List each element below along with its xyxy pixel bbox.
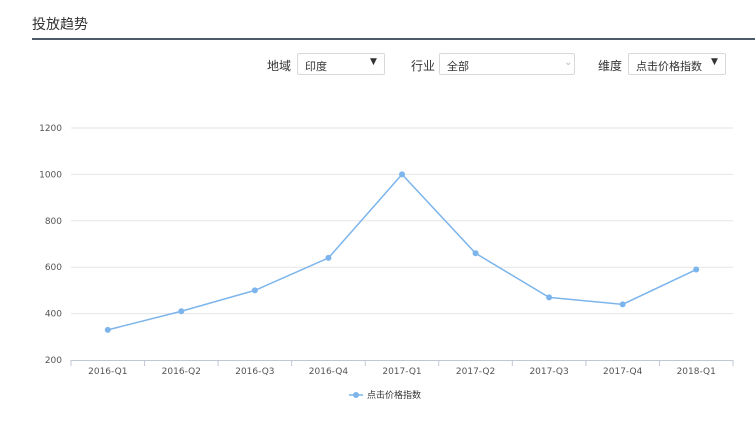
x-tick-label: 2017-Q3 bbox=[529, 367, 568, 377]
data-point bbox=[104, 326, 111, 333]
chevron-down-icon: ⌄ bbox=[564, 57, 573, 68]
region-select-value: 印度 bbox=[305, 60, 327, 73]
x-tick-label: 2016-Q2 bbox=[162, 367, 201, 377]
y-tick-label: 1000 bbox=[39, 170, 62, 180]
region-label: 地域 bbox=[267, 59, 292, 73]
y-tick-label: 600 bbox=[45, 263, 62, 273]
x-tick-label: 2017-Q2 bbox=[456, 367, 495, 377]
dimension-select[interactable]: 点击价格指数 ▼ bbox=[628, 53, 726, 75]
data-point bbox=[178, 308, 185, 315]
chevron-down-icon: ▼ bbox=[370, 57, 377, 67]
industry-label: 行业 bbox=[411, 59, 436, 73]
legend-label: 点击价格指数 bbox=[367, 389, 421, 401]
legend-swatch-marker bbox=[353, 392, 359, 398]
y-tick-label: 200 bbox=[45, 356, 62, 366]
trend-chart: 200 400 600 800 1000 1200 2016-Q1 2016-Q2 2016-Q… bbox=[39, 124, 734, 401]
data-point bbox=[325, 254, 332, 261]
data-point bbox=[251, 287, 258, 294]
x-tick-label: 2017-Q4 bbox=[603, 367, 643, 377]
title-divider bbox=[32, 38, 755, 40]
x-tick-label: 2016-Q1 bbox=[88, 367, 127, 377]
filter-bar: 地域 印度 ▼ 行业 全部 ⌄ 维度 点击价格指数 ▼ bbox=[0, 53, 755, 77]
y-tick-label: 400 bbox=[45, 310, 62, 320]
industry-select[interactable]: 全部 ⌄ bbox=[439, 53, 575, 75]
page-title: 投放趋势 bbox=[32, 17, 88, 33]
dimension-label: 维度 bbox=[598, 59, 623, 73]
chevron-down-icon: ▼ bbox=[711, 57, 718, 67]
y-tick-label: 1200 bbox=[39, 124, 62, 134]
data-point bbox=[693, 266, 700, 273]
industry-select-value: 全部 bbox=[447, 60, 469, 73]
y-tick-label: 800 bbox=[45, 217, 62, 227]
x-tick-label: 2017-Q1 bbox=[382, 367, 421, 377]
series-line bbox=[107, 173, 697, 331]
data-point bbox=[619, 301, 626, 308]
data-point bbox=[399, 171, 405, 178]
x-tick-label: 2016-Q4 bbox=[309, 367, 349, 377]
data-point bbox=[546, 294, 553, 301]
legend: 点击价格指数 bbox=[349, 389, 421, 401]
x-tick-label: 2016-Q3 bbox=[235, 367, 274, 377]
data-point bbox=[472, 250, 479, 257]
region-select[interactable]: 印度 ▼ bbox=[297, 53, 385, 75]
x-tick-label: 2018-Q1 bbox=[677, 367, 716, 377]
dimension-select-value: 点击价格指数 bbox=[636, 60, 702, 73]
